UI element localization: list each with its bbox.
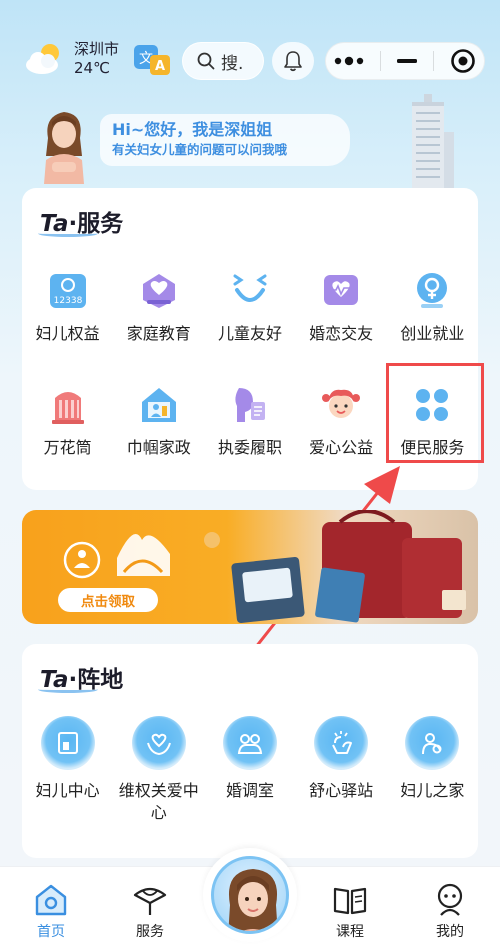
relax-icon: [332, 731, 353, 754]
assistant-avatar-icon: [228, 869, 278, 931]
center-assistant-button[interactable]: [203, 848, 297, 942]
employment-icon: [417, 273, 448, 308]
position-mediation[interactable]: 婚调室: [204, 716, 295, 824]
more-icon[interactable]: [334, 56, 364, 66]
duty-icon: [235, 388, 265, 422]
close-target-icon[interactable]: [450, 48, 476, 74]
positions-card: Ta·阵地 妇儿中心 维权关爱中心 婚调室 舒心驿站 妇儿之家: [22, 644, 478, 858]
search-icon: [197, 52, 215, 70]
position-center[interactable]: 妇儿中心: [22, 716, 113, 824]
city-tower-illustration: [412, 94, 454, 188]
svg-text:A: A: [155, 59, 165, 74]
position-home[interactable]: 妇儿之家: [387, 716, 478, 824]
tab-course[interactable]: 课程: [315, 881, 385, 941]
greeting-line1: Hi~您好，我是深姐姐: [112, 120, 273, 139]
service-child-friendly[interactable]: 儿童友好: [204, 262, 295, 376]
family-education-icon: [142, 274, 175, 308]
capsule-divider: [433, 51, 434, 71]
service-charity[interactable]: 爱心公益: [296, 376, 387, 490]
service-kaleidoscope[interactable]: 万花筒: [22, 376, 113, 490]
bell-icon: [284, 51, 302, 72]
service-dating[interactable]: 婚恋交友: [296, 262, 387, 376]
service-tab-icon: [133, 887, 167, 915]
rights-icon: 12338: [49, 274, 86, 308]
title-underline: [38, 230, 98, 237]
tab-home[interactable]: 首页: [16, 881, 86, 941]
weather-widget[interactable]: 深圳市 24℃: [22, 40, 119, 78]
charity-icon: [322, 389, 361, 418]
notification-button[interactable]: [272, 42, 314, 80]
mediation-icon: [237, 734, 263, 754]
promo-banner[interactable]: 点击领取: [22, 510, 478, 624]
search-button[interactable]: 搜.: [182, 42, 264, 80]
service-duty[interactable]: 执委履职: [204, 376, 295, 490]
greeting-line2: 有关妇女儿童的问题可以问我哦: [112, 142, 288, 157]
weather-temperature: 24℃: [74, 59, 110, 77]
service-employment[interactable]: 创业就业: [387, 262, 478, 376]
center-icon: [57, 732, 78, 754]
service-housekeeping[interactable]: 巾帼家政: [113, 376, 204, 490]
position-relax[interactable]: 舒心驿站: [296, 716, 387, 824]
service-rights[interactable]: 12338 妇儿权益: [22, 262, 113, 376]
highlight-box: [386, 363, 484, 463]
minimize-icon[interactable]: [397, 58, 417, 64]
top-bar: 深圳市 24℃ 文 A 搜.: [0, 36, 500, 86]
child-friendly-icon: [233, 274, 267, 302]
positions-title: Ta·阵地: [38, 667, 124, 693]
assistant-avatar[interactable]: [34, 104, 94, 184]
care-icon: [146, 733, 171, 756]
greeting-bubble[interactable]: Hi~您好，我是深姐姐 有关妇女儿童的问题可以问我哦: [100, 114, 350, 166]
title-underline: [38, 686, 98, 693]
positions-row: 妇儿中心 维权关爱中心 婚调室 舒心驿站 妇儿之家: [22, 716, 478, 824]
claim-button[interactable]: 点击领取: [58, 588, 158, 612]
weather-cloud-icon: [26, 44, 59, 74]
kaleidoscope-icon: [51, 392, 84, 424]
position-care[interactable]: 维权关爱中心: [113, 716, 204, 824]
home-icon: [422, 733, 442, 755]
tab-profile[interactable]: 我的: [415, 881, 485, 941]
svg-text:12338: 12338: [53, 296, 82, 306]
dating-icon: [324, 275, 359, 305]
weather-city: 深圳市: [74, 40, 120, 58]
translate-icon[interactable]: 文 A: [132, 43, 172, 77]
capsule-divider: [380, 51, 381, 71]
course-tab-icon: [333, 887, 367, 915]
search-label: 搜.: [221, 53, 244, 74]
mini-program-capsule: [325, 42, 485, 80]
home-tab-icon: [35, 884, 67, 916]
services-title: Ta·服务: [38, 211, 124, 237]
service-family-education[interactable]: 家庭教育: [113, 262, 204, 376]
housekeeping-icon: [141, 388, 176, 422]
tab-service[interactable]: 服务: [115, 881, 185, 941]
profile-tab-icon: [437, 883, 463, 916]
